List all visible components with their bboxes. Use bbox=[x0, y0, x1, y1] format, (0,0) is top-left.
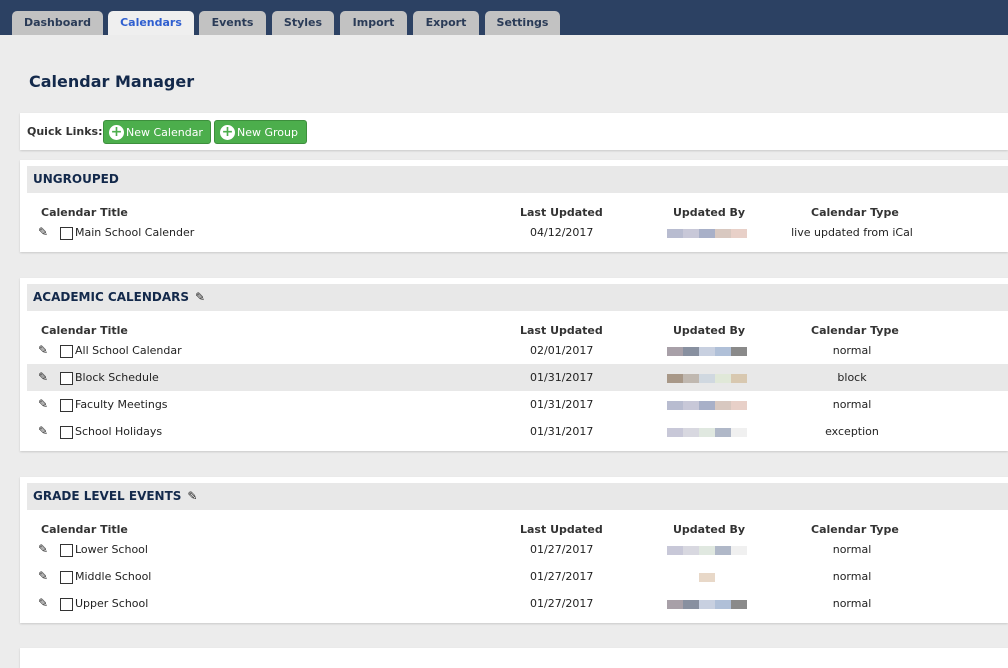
group-name: ACADEMIC CALENDARS bbox=[33, 290, 190, 304]
pencil-icon[interactable]: ✎ bbox=[38, 337, 48, 364]
group-panel-next bbox=[20, 648, 1008, 668]
row-checkbox[interactable] bbox=[60, 399, 73, 412]
calendar-type: normal bbox=[832, 543, 872, 556]
group-header: GRADE LEVEL EVENTS ✎ bbox=[27, 483, 1008, 510]
row-checkbox[interactable] bbox=[60, 571, 73, 584]
tab-events[interactable]: Events bbox=[199, 11, 266, 35]
calendar-title[interactable]: Middle School bbox=[75, 563, 151, 590]
table-row[interactable]: ✎ Block Schedule 01/31/2017 block bbox=[27, 364, 1008, 391]
last-updated: 04/12/2017 bbox=[530, 226, 594, 239]
calendar-title[interactable]: Main School Calender bbox=[75, 219, 194, 246]
calendar-group-panel: ACADEMIC CALENDARS ✎ Calendar Title Last … bbox=[20, 278, 1008, 451]
table-row[interactable]: ✎ All School Calendar 02/01/2017 normal bbox=[27, 337, 1008, 364]
pencil-icon[interactable]: ✎ bbox=[38, 563, 48, 590]
table-row[interactable]: ✎ School Holidays 01/31/2017 exception bbox=[27, 418, 1008, 445]
group-header: UNGROUPED bbox=[27, 166, 1008, 193]
calendar-type: normal bbox=[832, 398, 872, 411]
updated-by-redacted bbox=[667, 573, 747, 582]
calendar-type: live updated from iCal bbox=[791, 226, 913, 239]
plus-circle-icon: + bbox=[220, 124, 235, 140]
table-row[interactable]: ✎ Middle School 01/27/2017 normal bbox=[27, 563, 1008, 590]
calendar-title[interactable]: School Holidays bbox=[75, 418, 162, 445]
new-calendar-button[interactable]: + New Calendar bbox=[103, 120, 211, 144]
last-updated: 02/01/2017 bbox=[530, 344, 594, 357]
group-header: ACADEMIC CALENDARS ✎ bbox=[27, 284, 1008, 311]
pencil-icon[interactable]: ✎ bbox=[38, 590, 48, 617]
calendar-title[interactable]: Upper School bbox=[75, 590, 148, 617]
column-header-updated-by: Updated By bbox=[673, 523, 746, 536]
updated-by-redacted bbox=[667, 428, 747, 437]
tab-styles[interactable]: Styles bbox=[272, 11, 334, 35]
calendar-title[interactable]: All School Calendar bbox=[75, 337, 182, 364]
column-header-last-updated: Last Updated bbox=[520, 523, 603, 536]
pencil-icon[interactable]: ✎ bbox=[38, 364, 48, 391]
row-checkbox[interactable] bbox=[60, 544, 73, 557]
top-nav: Dashboard Calendars Events Styles Import… bbox=[0, 0, 1008, 35]
updated-by-redacted bbox=[667, 229, 747, 238]
calendar-type: normal bbox=[832, 344, 872, 357]
calendar-title[interactable]: Block Schedule bbox=[75, 364, 159, 391]
column-header-updated-by: Updated By bbox=[673, 206, 746, 219]
tab-import[interactable]: Import bbox=[340, 11, 407, 35]
column-header-title: Calendar Title bbox=[41, 206, 128, 219]
column-header-title: Calendar Title bbox=[41, 324, 128, 337]
updated-by-redacted bbox=[667, 600, 747, 609]
tab-dashboard[interactable]: Dashboard bbox=[12, 11, 103, 35]
pencil-icon[interactable]: ✎ bbox=[187, 489, 197, 503]
updated-by-redacted bbox=[667, 401, 747, 410]
pencil-icon[interactable]: ✎ bbox=[38, 219, 48, 246]
calendar-type: exception bbox=[825, 425, 879, 438]
pencil-icon[interactable]: ✎ bbox=[38, 418, 48, 445]
table-row[interactable]: ✎ Faculty Meetings 01/31/2017 normal bbox=[27, 391, 1008, 418]
column-header-last-updated: Last Updated bbox=[520, 324, 603, 337]
pencil-icon[interactable]: ✎ bbox=[195, 290, 205, 304]
calendar-group-panel: UNGROUPED Calendar Title Last Updated Up… bbox=[20, 160, 1008, 252]
row-checkbox[interactable] bbox=[60, 372, 73, 385]
quick-links-bar: Quick Links: + New Calendar + New Group bbox=[20, 113, 1008, 150]
last-updated: 01/27/2017 bbox=[530, 543, 594, 556]
pencil-icon[interactable]: ✎ bbox=[38, 536, 48, 563]
tab-calendars[interactable]: Calendars bbox=[108, 11, 194, 35]
row-checkbox[interactable] bbox=[60, 345, 73, 358]
new-group-label: New Group bbox=[237, 126, 298, 139]
column-header-title: Calendar Title bbox=[41, 523, 128, 536]
calendar-title[interactable]: Lower School bbox=[75, 536, 148, 563]
group-name: UNGROUPED bbox=[33, 172, 119, 186]
calendar-type: normal bbox=[832, 570, 872, 583]
row-checkbox[interactable] bbox=[60, 426, 73, 439]
tab-settings[interactable]: Settings bbox=[485, 11, 560, 35]
column-header-last-updated: Last Updated bbox=[520, 206, 603, 219]
new-group-button[interactable]: + New Group bbox=[214, 120, 307, 144]
last-updated: 01/31/2017 bbox=[530, 371, 594, 384]
calendar-title[interactable]: Faculty Meetings bbox=[75, 391, 168, 418]
column-header-type: Calendar Type bbox=[811, 206, 899, 219]
row-checkbox[interactable] bbox=[60, 598, 73, 611]
pencil-icon[interactable]: ✎ bbox=[38, 391, 48, 418]
last-updated: 01/31/2017 bbox=[530, 425, 594, 438]
column-header-type: Calendar Type bbox=[811, 324, 899, 337]
table-row[interactable]: ✎ Lower School 01/27/2017 normal bbox=[27, 536, 1008, 563]
updated-by-redacted bbox=[667, 347, 747, 356]
table-row[interactable]: ✎ Upper School 01/27/2017 normal bbox=[27, 590, 1008, 617]
calendar-group-panel: GRADE LEVEL EVENTS ✎ Calendar Title Last … bbox=[20, 477, 1008, 623]
quick-links-label: Quick Links: bbox=[27, 125, 103, 138]
calendar-type: block bbox=[837, 371, 867, 384]
updated-by-redacted bbox=[667, 546, 747, 555]
last-updated: 01/31/2017 bbox=[530, 398, 594, 411]
new-calendar-label: New Calendar bbox=[126, 126, 203, 139]
calendar-type: normal bbox=[832, 597, 872, 610]
table-row[interactable]: ✎ Main School Calender 04/12/2017 live u… bbox=[27, 219, 1008, 246]
last-updated: 01/27/2017 bbox=[530, 570, 594, 583]
tab-export[interactable]: Export bbox=[413, 11, 479, 35]
column-header-type: Calendar Type bbox=[811, 523, 899, 536]
row-checkbox[interactable] bbox=[60, 227, 73, 240]
column-header-updated-by: Updated By bbox=[673, 324, 746, 337]
group-name: GRADE LEVEL EVENTS bbox=[33, 489, 182, 503]
last-updated: 01/27/2017 bbox=[530, 597, 594, 610]
plus-circle-icon: + bbox=[109, 124, 124, 140]
updated-by-redacted bbox=[667, 374, 747, 383]
page-title: Calendar Manager bbox=[29, 72, 195, 91]
